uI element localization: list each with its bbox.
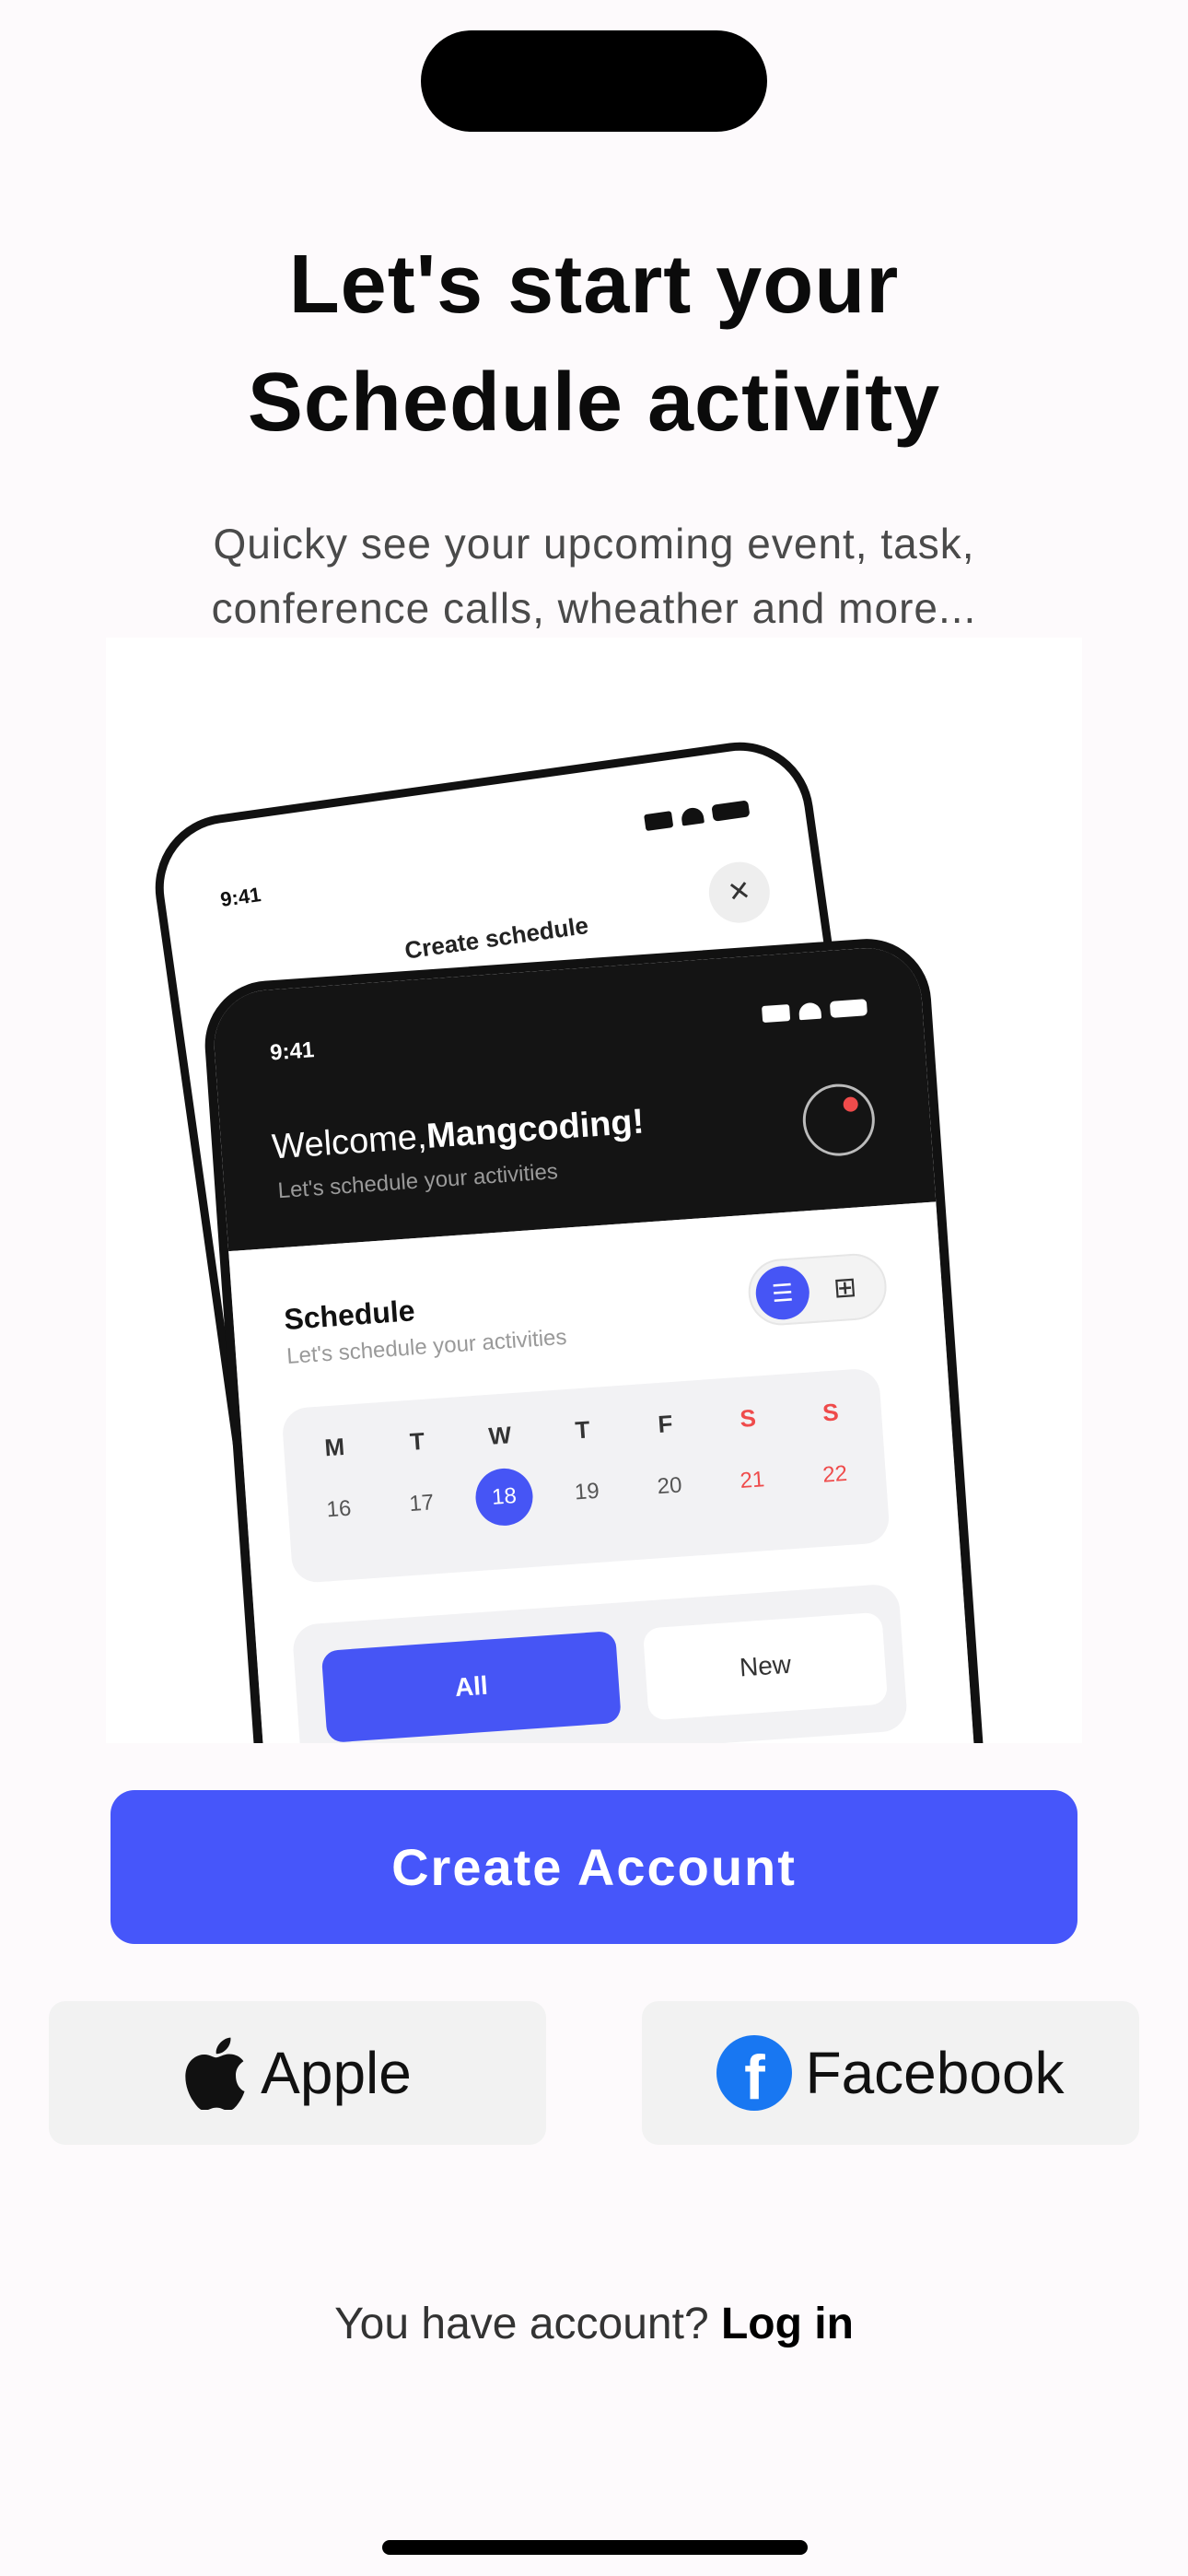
welcome-prefix: Welcome, (270, 1117, 428, 1167)
day-date: 22 (821, 1460, 848, 1488)
battery-icon (711, 800, 751, 822)
login-row: You have account? Log in (0, 2299, 1188, 2349)
battery-icon (829, 999, 868, 1018)
facebook-label: Facebook (805, 2040, 1065, 2106)
welcome-subtitle: Let's schedule your activities (276, 1159, 559, 1204)
page-subtitle: Quicky see your upcoming event, task, co… (211, 520, 977, 632)
facebook-icon: f (716, 2035, 793, 2111)
cellular-signal-icon (886, 64, 930, 91)
day-date: 16 (325, 1495, 353, 1523)
day-tue: T 17 (384, 1425, 455, 1519)
wifi-icon (680, 806, 705, 826)
battery-icon (1006, 63, 1068, 92)
day-name: M (323, 1432, 346, 1462)
day-date: 21 (739, 1467, 766, 1493)
day-thu: T 19 (550, 1413, 621, 1507)
day-mon: M 16 (301, 1431, 372, 1525)
login-link[interactable]: Log in (721, 2300, 854, 2348)
create-account-button[interactable]: Create Account (111, 1790, 1077, 1944)
facebook-signin-button[interactable]: f Facebook (642, 2001, 1139, 2145)
status-icons (886, 63, 1068, 92)
day-name: F (657, 1410, 674, 1439)
day-sat: S 21 (715, 1402, 786, 1496)
view-toggle: ☰ ⊞ (746, 1251, 889, 1328)
login-prompt: You have account? (334, 2300, 709, 2348)
dynamic-island (421, 30, 767, 132)
signal-icon (762, 1004, 791, 1024)
day-name: T (574, 1415, 591, 1445)
onboarding-screen: 12:45 Let's start your Schedule activity… (0, 0, 1188, 2576)
tab-all: All (320, 1630, 622, 1743)
day-date: 17 (408, 1490, 436, 1517)
day-fri: F 20 (632, 1408, 703, 1502)
welcome-name: Mangcoding! (425, 1102, 646, 1156)
welcome-text: Welcome,Mangcoding! (271, 1102, 646, 1167)
day-name: W (487, 1421, 513, 1450)
bell-icon (800, 1081, 878, 1159)
page-title: Let's start your Schedule activity (247, 239, 941, 449)
week-strip: M 16 T 17 W 18 T 19 F 20 S 21 S 22 (281, 1367, 891, 1585)
apple-signin-button[interactable]: Apple (49, 2001, 546, 2145)
day-sun: S 22 (798, 1397, 868, 1491)
tab-new: New (642, 1611, 889, 1721)
apple-icon (185, 2037, 245, 2110)
filter-tabs: All New (291, 1583, 909, 1743)
schedule-title: Schedule (283, 1294, 416, 1337)
day-name: T (409, 1426, 426, 1456)
day-name: S (821, 1398, 840, 1427)
day-date: 19 (574, 1478, 600, 1505)
back-phone-time: 9:41 (218, 883, 262, 911)
signal-icon (644, 811, 674, 832)
day-date: 20 (656, 1472, 683, 1500)
grid-view-icon: ⊞ (832, 1271, 858, 1305)
back-phone-status-icons (644, 800, 751, 832)
wifi-icon (798, 1001, 822, 1021)
status-time: 12:45 (147, 58, 256, 106)
app-preview-illustration: 9:41 ✕ Create schedule ‹ 9:41 Welcome,Ma… (106, 638, 1082, 1743)
list-view-icon: ☰ (753, 1264, 811, 1322)
front-phone-header: 9:41 Welcome,Mangcoding! Let's schedule … (210, 944, 937, 1252)
day-wed-selected: W 18 (467, 1420, 539, 1528)
day-date: 18 (473, 1466, 535, 1528)
front-phone-mockup: 9:41 Welcome,Mangcoding! Let's schedule … (200, 934, 997, 1743)
notification-dot (843, 1096, 859, 1113)
front-phone-time: 9:41 (269, 1037, 316, 1066)
wifi-icon (949, 64, 987, 91)
front-phone-body: Schedule Let's schedule your activities … (228, 1201, 989, 1743)
home-indicator[interactable] (382, 2540, 808, 2555)
apple-label: Apple (261, 2040, 412, 2106)
front-phone-status-icons (762, 999, 868, 1024)
day-name: S (739, 1403, 757, 1433)
